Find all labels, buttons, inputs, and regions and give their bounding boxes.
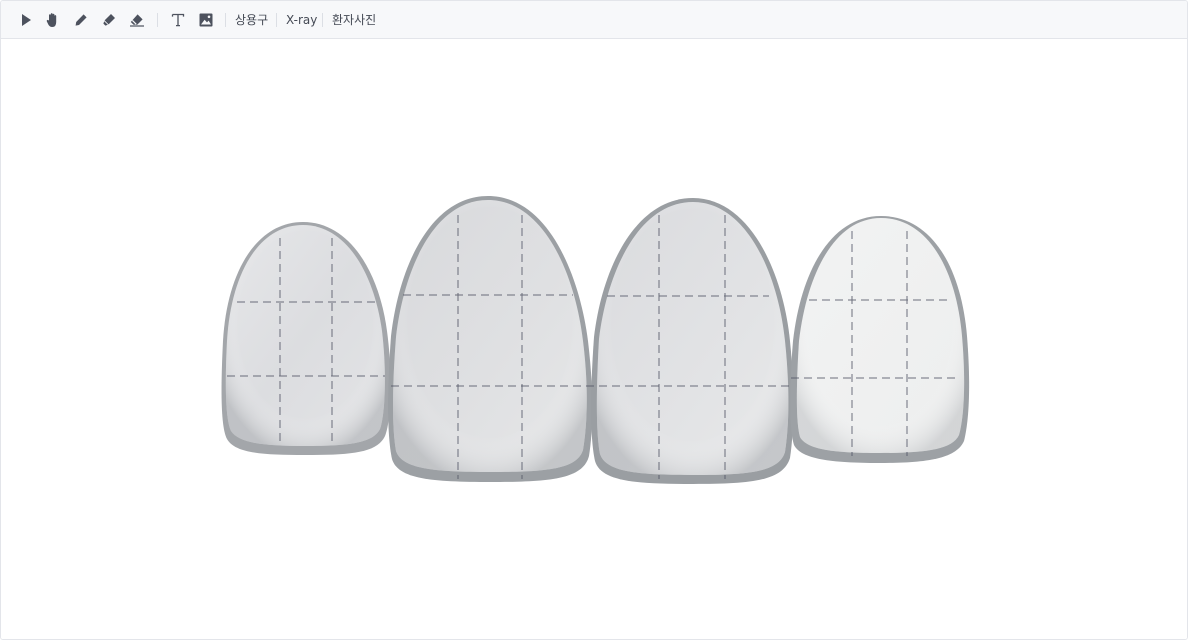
cursor-arrow-icon bbox=[22, 14, 31, 26]
toolbar-separator bbox=[276, 13, 277, 27]
eraser-tool-button[interactable] bbox=[128, 11, 146, 29]
image-tool-button[interactable] bbox=[197, 11, 215, 29]
xray-menu[interactable]: X-ray bbox=[286, 11, 317, 29]
tooth-right-central bbox=[591, 198, 794, 484]
toolbar: 상용구 X-ray 환자사진 bbox=[1, 1, 1187, 39]
marker-tool-button[interactable] bbox=[100, 11, 118, 29]
tooth-right-lateral bbox=[790, 216, 970, 463]
text-icon bbox=[171, 13, 185, 27]
eraser-icon bbox=[130, 14, 144, 27]
pen-tool-button[interactable] bbox=[72, 11, 90, 29]
toolbar-separator bbox=[157, 13, 158, 27]
toolbar-separator bbox=[322, 13, 323, 27]
hand-icon bbox=[46, 13, 57, 27]
text-tool-button[interactable] bbox=[169, 11, 187, 29]
tooth-left-lateral bbox=[221, 222, 391, 455]
teeth-illustration bbox=[221, 196, 970, 484]
drawing-board: 상용구 X-ray 환자사진 bbox=[0, 0, 1188, 640]
toolbar-separator bbox=[225, 13, 226, 27]
pen-icon bbox=[75, 14, 87, 26]
drawing-canvas[interactable] bbox=[1, 40, 1187, 639]
pan-tool-button[interactable] bbox=[44, 11, 62, 29]
tooth-left-central bbox=[388, 196, 593, 482]
marker-icon bbox=[103, 14, 115, 26]
select-tool-button[interactable] bbox=[17, 11, 35, 29]
patient-photo-menu[interactable]: 환자사진 bbox=[332, 11, 376, 29]
phrases-menu[interactable]: 상용구 bbox=[235, 11, 268, 29]
image-icon bbox=[199, 13, 213, 27]
